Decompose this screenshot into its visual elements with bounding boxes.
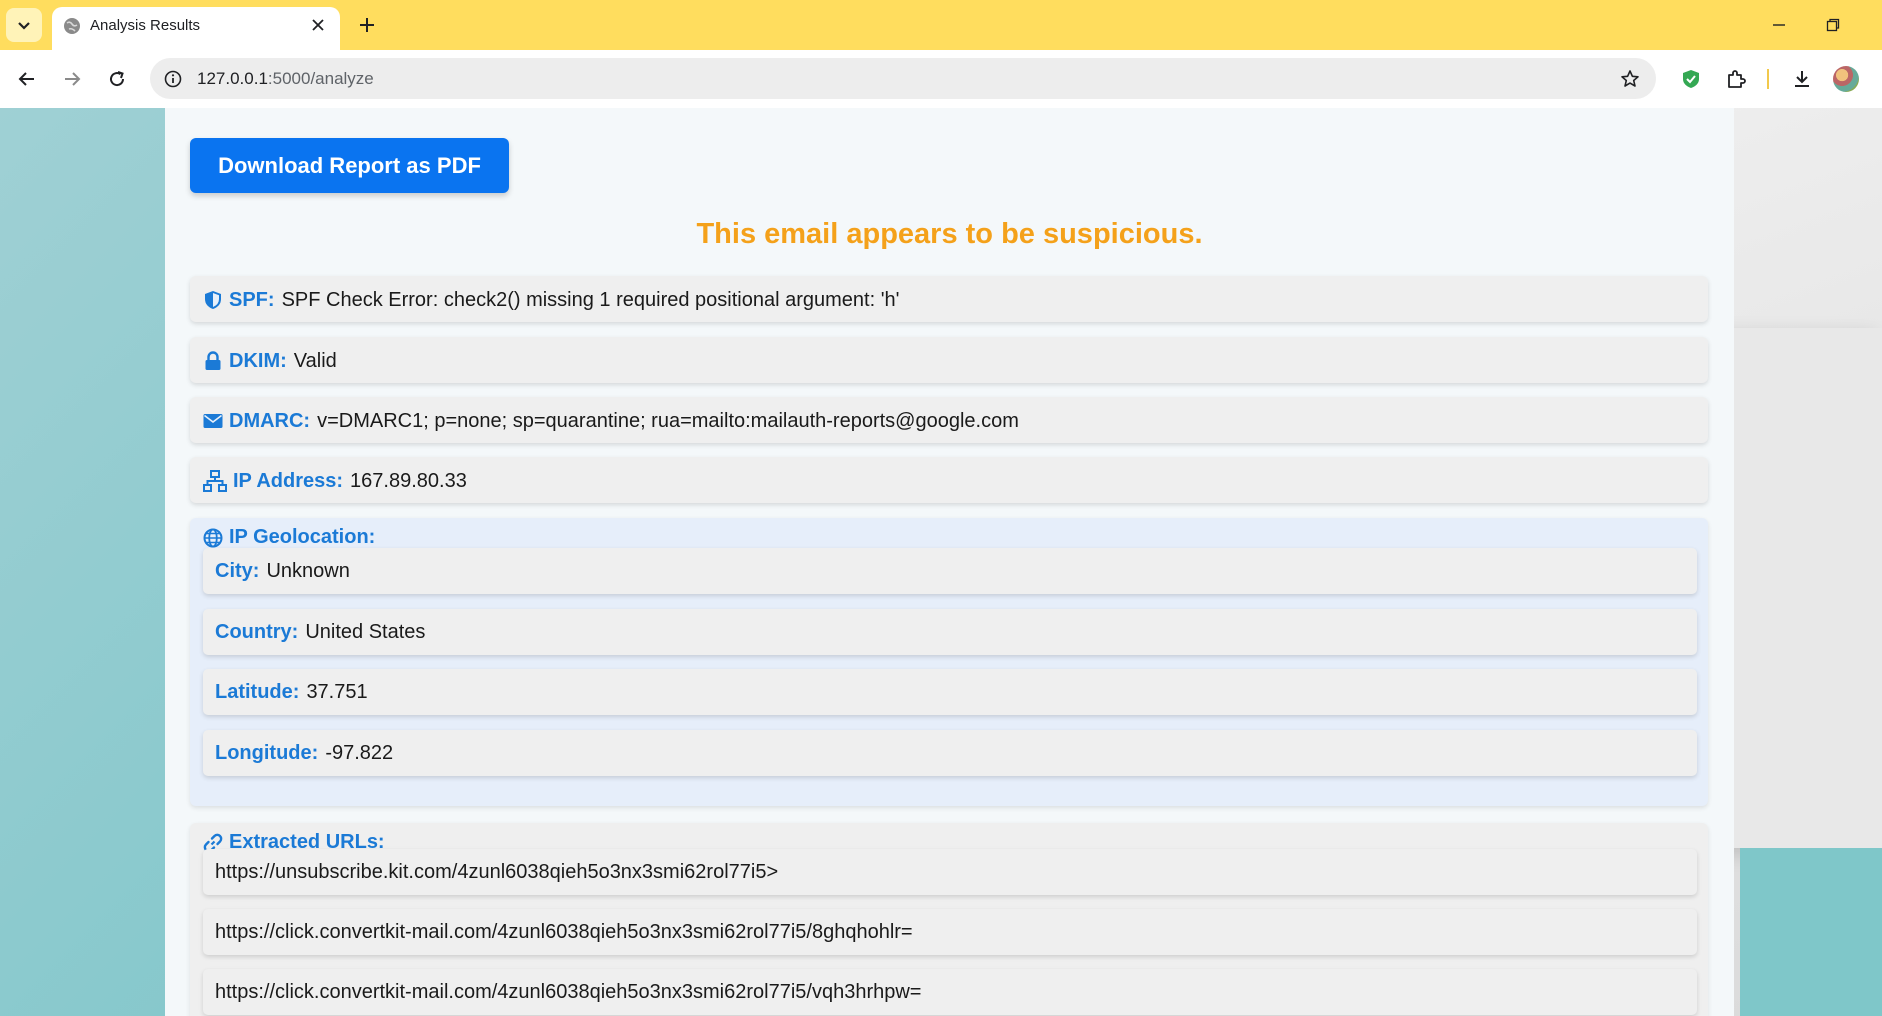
restore-icon bbox=[1826, 18, 1840, 32]
geo-city-item: City: Unknown bbox=[203, 548, 1697, 594]
dmarc-value: v=DMARC1; p=none; sp=quarantine; rua=mai… bbox=[317, 409, 1019, 432]
spf-value: SPF Check Error: check2() missing 1 requ… bbox=[281, 288, 900, 311]
lock-icon bbox=[202, 350, 224, 372]
page-viewport: Download Report as PDF This email appear… bbox=[0, 108, 1882, 1016]
spf-label: SPF: bbox=[229, 288, 275, 311]
extensions-puzzle-icon[interactable] bbox=[1721, 64, 1751, 94]
download-pdf-button[interactable]: Download Report as PDF bbox=[190, 138, 509, 193]
reload-icon bbox=[110, 71, 125, 87]
ip-address-value: 167.89.80.33 bbox=[350, 469, 467, 492]
active-tab[interactable]: Analysis Results bbox=[52, 7, 340, 50]
ip-address-card: IP Address: 167.89.80.33 bbox=[190, 457, 1708, 503]
profile-avatar[interactable] bbox=[1833, 66, 1859, 92]
url-item[interactable]: https://click.convertkit-mail.com/4zunl6… bbox=[203, 969, 1697, 1015]
globe-icon bbox=[63, 17, 81, 35]
arrow-left-icon bbox=[18, 72, 34, 86]
geo-longitude-value: -97.822 bbox=[325, 741, 394, 764]
dkim-row: DKIM: Valid bbox=[202, 337, 337, 385]
reload-button[interactable] bbox=[102, 64, 132, 94]
new-tab-button[interactable] bbox=[354, 12, 380, 38]
globe-icon bbox=[202, 527, 224, 549]
geo-city-value: Unknown bbox=[266, 559, 350, 582]
geo-longitude-label: Longitude: bbox=[215, 741, 319, 764]
url-text[interactable]: 127.0.0.1:5000/analyze bbox=[197, 69, 374, 89]
url-item[interactable]: https://unsubscribe.kit.com/4zunl6038qie… bbox=[203, 849, 1697, 895]
dmarc-card: DMARC: v=DMARC1; p=none; sp=quarantine; … bbox=[190, 397, 1708, 443]
download-icon[interactable] bbox=[1787, 64, 1817, 94]
bookmark-star-icon[interactable] bbox=[1618, 67, 1642, 91]
network-icon bbox=[202, 470, 228, 492]
url-host: 127.0.0.1 bbox=[197, 69, 268, 88]
url-item-text: https://click.convertkit-mail.com/4zunl6… bbox=[215, 920, 913, 943]
dmarc-label: DMARC: bbox=[229, 409, 311, 432]
results-container: Download Report as PDF This email appear… bbox=[165, 108, 1734, 1016]
geolocation-title: IP Geolocation: bbox=[229, 526, 376, 548]
plus-icon bbox=[360, 18, 374, 32]
geo-country-value: United States bbox=[305, 620, 426, 643]
extracted-urls-section: Extracted URLs: https://unsubscribe.kit.… bbox=[190, 823, 1708, 1016]
dkim-card: DKIM: Valid bbox=[190, 337, 1708, 383]
dmarc-row: DMARC: v=DMARC1; p=none; sp=quarantine; … bbox=[202, 397, 1019, 445]
url-item[interactable]: https://click.convertkit-mail.com/4zunl6… bbox=[203, 909, 1697, 955]
dkim-value: Valid bbox=[293, 349, 337, 372]
close-tab-icon[interactable] bbox=[308, 15, 328, 35]
url-path: :5000/analyze bbox=[267, 69, 374, 88]
arrow-right-icon bbox=[65, 72, 81, 86]
site-info-icon[interactable] bbox=[162, 68, 184, 90]
browser-toolbar: 127.0.0.1:5000/analyze bbox=[0, 50, 1882, 108]
forward-button[interactable] bbox=[57, 64, 87, 94]
verdict-message: This email appears to be suspicious. bbox=[696, 218, 1203, 250]
minimize-icon bbox=[1773, 24, 1785, 26]
geo-city-label: City: bbox=[215, 559, 260, 582]
geo-latitude-label: Latitude: bbox=[215, 680, 300, 703]
chevron-down-icon bbox=[18, 22, 30, 30]
address-bar[interactable]: 127.0.0.1:5000/analyze bbox=[150, 58, 1656, 99]
minimize-button[interactable] bbox=[1766, 12, 1792, 38]
url-item-text: https://unsubscribe.kit.com/4zunl6038qie… bbox=[215, 860, 779, 883]
geolocation-heading: IP Geolocation: bbox=[202, 526, 382, 549]
spf-card: SPF: SPF Check Error: check2() missing 1… bbox=[190, 276, 1708, 322]
restore-button[interactable] bbox=[1820, 12, 1846, 38]
geolocation-section: IP Geolocation: City: Unknown Country: Uni… bbox=[190, 518, 1708, 806]
ip-address-row: IP Address: 167.89.80.33 bbox=[202, 457, 467, 505]
tab-search-button[interactable] bbox=[6, 8, 42, 42]
geo-latitude-value: 37.751 bbox=[306, 680, 368, 703]
geo-country-label: Country: bbox=[215, 620, 299, 643]
tab-title: Analysis Results bbox=[90, 17, 201, 34]
ip-address-label: IP Address: bbox=[233, 469, 344, 492]
spf-row: SPF: SPF Check Error: check2() missing 1… bbox=[202, 276, 899, 324]
shield-extension-icon[interactable] bbox=[1676, 64, 1706, 94]
geo-longitude-item: Longitude: -97.822 bbox=[203, 730, 1697, 776]
back-button[interactable] bbox=[12, 64, 42, 94]
url-item-text: https://click.convertkit-mail.com/4zunl6… bbox=[215, 980, 922, 1003]
dkim-label: DKIM: bbox=[229, 349, 287, 372]
geo-country-item: Country: United States bbox=[203, 609, 1697, 655]
geo-latitude-item: Latitude: 37.751 bbox=[203, 669, 1697, 715]
tab-strip: Analysis Results bbox=[0, 0, 1882, 50]
toolbar-separator bbox=[1767, 69, 1769, 89]
shield-icon bbox=[202, 289, 224, 311]
envelope-icon bbox=[202, 410, 224, 432]
background-teal-corner bbox=[1740, 848, 1882, 1016]
